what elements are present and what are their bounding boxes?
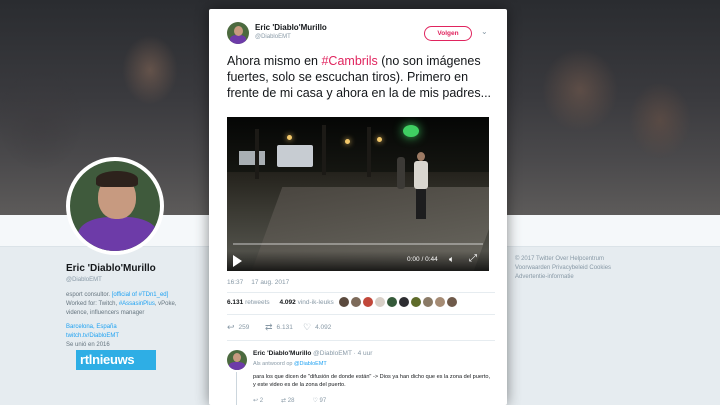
heart-icon: ♡ — [303, 322, 312, 332]
reply-author-handle[interactable]: @DiabloEMT — [313, 350, 352, 357]
liker-avatar[interactable] — [435, 297, 445, 307]
likers-avatars[interactable] — [339, 297, 457, 307]
chevron-down-icon[interactable]: ⌄ — [481, 27, 488, 36]
profile-handle: @DiabloEMT — [66, 277, 102, 283]
divider — [227, 292, 495, 293]
profile-avatar[interactable] — [66, 157, 164, 255]
divider — [227, 314, 495, 315]
play-icon[interactable] — [233, 255, 242, 267]
bio-link[interactable]: [official of #TDn1_ed] — [112, 292, 169, 298]
reply-author-avatar[interactable] — [227, 350, 247, 370]
tweet-author-name[interactable]: Eric 'Diablo'Murillo — [255, 23, 327, 32]
footer-links[interactable]: © 2017 Twitter Over Helpcentrum — [515, 255, 645, 264]
reply-text: para los que dicen de "difusión de donde… — [253, 374, 491, 388]
retweet-stat[interactable]: 6.131 retweets — [227, 299, 270, 306]
profile-url[interactable]: twitch.tv/DiabloEMT — [66, 332, 196, 341]
video-player[interactable]: 0:00 / 0:44 🔈︎ ⤢ — [227, 117, 489, 271]
liker-avatar[interactable] — [375, 297, 385, 307]
retweet-button[interactable]: ⇄ 6.131 — [265, 322, 293, 333]
hashtag-link[interactable]: #Cambrils — [321, 54, 377, 68]
reply-retweet-button[interactable]: ⇄ 28 — [281, 397, 294, 404]
liker-avatar[interactable] — [351, 297, 361, 307]
tweet-author-avatar[interactable] — [227, 22, 249, 44]
video-time: 0:00 / 0:44 — [407, 256, 438, 263]
liker-avatar[interactable] — [387, 297, 397, 307]
reply-actions: ↩ 2 ⇄ 28 ♡ 97 — [253, 397, 326, 404]
footer-links[interactable]: Voorwaarden Privacybeleid Cookies — [515, 264, 645, 273]
liker-avatar[interactable] — [399, 297, 409, 307]
reply-icon: ↩ — [253, 398, 259, 404]
profile-bio: esport consultor. [official of #TDn1_ed]… — [66, 291, 196, 318]
tweet-stats: 6.131 retweets 4.092 vind-ik-leuks — [227, 299, 342, 306]
volume-icon[interactable]: 🔈︎ — [449, 254, 454, 265]
fullscreen-icon[interactable]: ⤢ — [469, 253, 477, 264]
liker-avatar[interactable] — [411, 297, 421, 307]
thread-line — [236, 372, 237, 405]
tweet-timestamp[interactable]: 16:37 17 aug. 2017 — [227, 279, 297, 286]
reply-to-link[interactable]: @DiabloEMT — [294, 361, 327, 367]
likes-stat[interactable]: 4.092 vind-ik-leuks — [279, 299, 333, 306]
profile-meta: Barcelona, España twitch.tv/DiabloEMT Se… — [66, 323, 196, 350]
tweet-card: Eric 'Diablo'Murillo @DiabloEMT Volgen ⌄… — [209, 9, 507, 405]
profile-info: Eric 'Diablo'Murillo @DiabloEMT esport c… — [66, 262, 196, 350]
reply-like-button[interactable]: ♡ 97 — [312, 397, 326, 404]
liker-avatar[interactable] — [363, 297, 373, 307]
reply-reply-button[interactable]: ↩ 2 — [253, 397, 263, 404]
reply-author-name[interactable]: Eric 'Diablo'Murillo — [253, 350, 311, 357]
divider — [227, 340, 495, 341]
tweet-text: Ahora mismo en #Cambrils (no son imágene… — [227, 54, 492, 100]
like-button[interactable]: ♡ 4.092 — [303, 322, 331, 333]
liker-avatar[interactable] — [447, 297, 457, 307]
reply-context: Als antwoord op @DiabloEMT — [253, 361, 327, 367]
footer-links[interactable]: Advertentie-informatie — [515, 273, 645, 282]
screen: Eric 'Diablo'Murillo @DiabloEMT esport c… — [0, 0, 720, 405]
reply-button[interactable]: ↩ 259 — [227, 322, 253, 333]
profile-name[interactable]: Eric 'Diablo'Murillo — [66, 262, 196, 276]
rtl-nieuws-logo: rtlnieuws — [76, 350, 156, 370]
reply-header: Eric 'Diablo'Murillo @DiabloEMT · 4 uur — [253, 350, 372, 357]
bio-text: , vPoke, — [154, 301, 177, 307]
bio-text: Worked for: Twitch, — [66, 301, 118, 307]
reply-icon: ↩ — [227, 322, 235, 332]
bio-text: vidence, influencers manager — [66, 310, 145, 316]
bio-text: esport consultor. — [66, 292, 111, 298]
liker-avatar[interactable] — [339, 297, 349, 307]
retweet-icon: ⇄ — [265, 322, 273, 332]
heart-icon: ♡ — [312, 398, 318, 404]
side-footer: © 2017 Twitter Over Helpcentrum Voorwaar… — [515, 255, 645, 282]
profile-joined: Se unió en 2016 — [66, 342, 110, 348]
retweet-icon: ⇄ — [281, 398, 287, 404]
liker-avatar[interactable] — [423, 297, 433, 307]
bio-link[interactable]: #AssasinPlus — [119, 301, 155, 307]
follow-button[interactable]: Volgen — [424, 26, 472, 41]
video-progress-bar[interactable] — [233, 243, 483, 245]
reply-time[interactable]: · 4 uur — [354, 350, 373, 357]
tweet-actions: ↩ 259 ⇄ 6.131 ♡ 4.092 — [227, 322, 331, 333]
profile-location[interactable]: Barcelona, España — [66, 323, 196, 332]
tweet-author-handle[interactable]: @DiabloEMT — [255, 34, 291, 40]
